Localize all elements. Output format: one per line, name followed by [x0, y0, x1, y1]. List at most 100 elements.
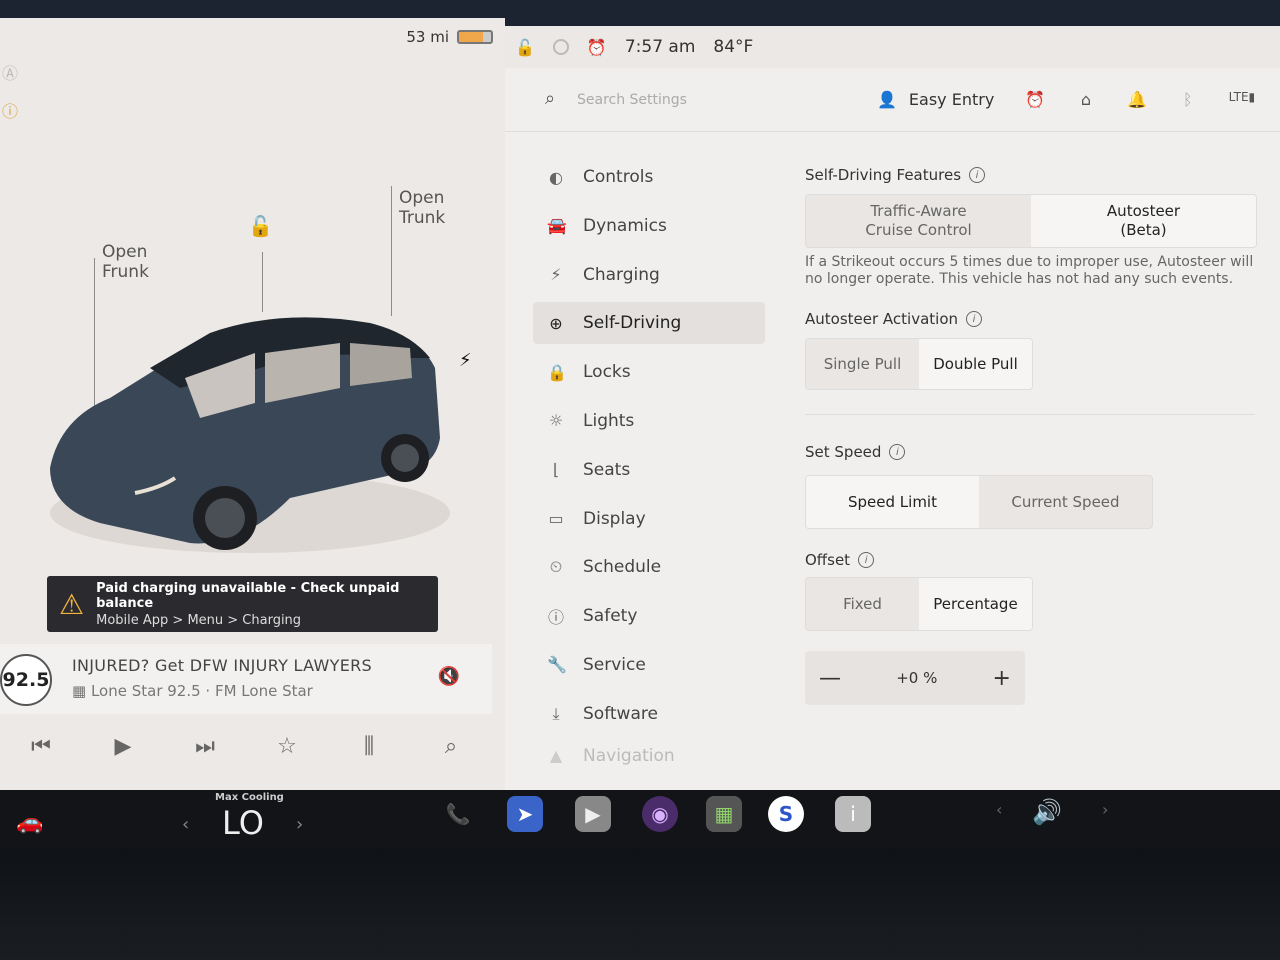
streaming-app-icon[interactable]: S — [768, 796, 804, 832]
download-icon: ⤓ — [552, 703, 560, 723]
volume-icon[interactable]: 🔊 — [1032, 798, 1062, 826]
search-icon: ⌕ — [545, 88, 556, 109]
touchscreen: 53 mi Ⓐ ⓘ Open Frunk Open Trunk 🔓 ⚡ ⚠ Pa… — [0, 0, 1280, 960]
nav-item-safety[interactable]: ⓘ Safety — [533, 595, 765, 637]
open-trunk-button[interactable]: Open Trunk — [399, 188, 445, 228]
double-pull-option[interactable]: Double Pull — [919, 339, 1032, 389]
section-title: Self-Driving Features — [805, 166, 962, 184]
set-speed-selector: Speed Limit Current Speed — [805, 475, 1153, 529]
nav-item-charging[interactable]: ⚡ Charging — [533, 254, 765, 296]
display-icon: ▭ — [548, 509, 564, 529]
speed-limit-option[interactable]: Speed Limit — [806, 476, 979, 528]
unlock-icon[interactable]: 🔓 — [248, 214, 273, 238]
info-icon[interactable]: i — [969, 167, 986, 183]
info-icon[interactable]: i — [889, 444, 906, 460]
previous-track-icon[interactable]: ⏮ — [21, 734, 61, 759]
nav-label: Lights — [583, 410, 635, 431]
volume-up-chevron-icon[interactable]: › — [1102, 800, 1108, 819]
percentage-option[interactable]: Percentage — [919, 578, 1032, 630]
equalizer-icon[interactable]: ⫼ — [349, 734, 389, 759]
driver-profile-button[interactable]: 👤 Easy Entry — [877, 90, 994, 109]
garage-icon[interactable]: ⌂ — [1081, 90, 1091, 109]
nav-label: Software — [583, 703, 658, 724]
favorite-star-icon[interactable]: ☆ — [267, 734, 307, 759]
seat-icon: ⌊ — [552, 460, 560, 480]
climate-mode-label: Max Cooling — [215, 792, 284, 803]
theater-icon[interactable]: ▶ — [575, 796, 611, 832]
media-controls: ⏮ ▶ ⏭ ☆ ⫼ ⌕ — [0, 718, 492, 774]
autosteer-option[interactable]: Autosteer (Beta) — [1031, 195, 1256, 247]
range-status: 53 mi — [406, 28, 493, 46]
phone-icon[interactable]: 📞 — [440, 796, 476, 832]
next-track-icon[interactable]: ⏭ — [185, 734, 225, 759]
section-divider — [805, 414, 1255, 415]
section-title: Autosteer Activation — [805, 310, 959, 328]
light-icon: ☼ — [548, 411, 564, 431]
nav-item-display[interactable]: ▭ Display — [533, 498, 765, 540]
nav-item-service[interactable]: 🔧 Service — [533, 644, 765, 686]
nav-item-lights[interactable]: ☼ Lights — [533, 400, 765, 442]
decrease-button[interactable]: — — [819, 666, 841, 691]
sentry-icon[interactable] — [552, 39, 569, 55]
info-icon[interactable]: i — [966, 311, 983, 327]
fixed-option[interactable]: Fixed — [806, 578, 919, 630]
nav-label: Locks — [583, 362, 631, 383]
steering-wheel-icon: ⊕ — [549, 313, 563, 333]
single-pull-option[interactable]: Single Pull — [806, 339, 919, 389]
offset-selector: Fixed Percentage — [805, 577, 1033, 631]
nav-label: Service — [583, 654, 646, 675]
nav-item-navigation[interactable]: ▲ Navigation — [533, 742, 765, 770]
nav-item-self-driving[interactable]: ⊕ Self-Driving — [533, 302, 765, 345]
nav-label: Controls — [583, 167, 654, 187]
temp-increase-icon[interactable]: › — [296, 814, 303, 835]
autopilot-indicator-icon: Ⓐ — [2, 64, 19, 83]
camera-icon[interactable]: ◉ — [642, 796, 678, 832]
search-settings-input[interactable] — [577, 86, 837, 114]
activation-section-title: Autosteer Activation i — [805, 310, 1265, 328]
features-selector: Traffic-Aware Cruise Control Autosteer (… — [805, 194, 1257, 248]
now-playing-title: INJURED? Get DFW INJURY LAWYERS — [72, 656, 372, 675]
temp-decrease-icon[interactable]: ‹ — [182, 814, 189, 835]
nav-item-seats[interactable]: ⌊ Seats — [533, 449, 765, 491]
play-icon[interactable]: ▶ — [103, 734, 143, 759]
increase-button[interactable]: + — [993, 666, 1011, 691]
climate-control[interactable]: Max Cooling LO ‹ › — [180, 792, 310, 844]
nav-item-controls[interactable]: ◐ Controls — [533, 156, 765, 198]
lock-status-icon[interactable]: 🔓 — [515, 38, 535, 57]
alarm-clock-icon[interactable]: ⏰ — [1025, 90, 1045, 109]
lightning-icon: ⚡ — [550, 265, 562, 285]
taskbar: 🚗 Max Cooling LO ‹ › 📞 ➤ ▶ ◉ ▦ S i ‹ 🔊 › — [0, 790, 1280, 850]
info-icon[interactable]: i — [858, 552, 875, 568]
alarm-icon: ⏰ — [586, 37, 607, 57]
nav-item-schedule[interactable]: ⏲ Schedule — [533, 546, 765, 588]
manual-icon[interactable]: i — [835, 796, 871, 832]
open-frunk-button[interactable]: Open Frunk — [102, 242, 149, 282]
battery-fill — [459, 32, 483, 42]
current-speed-option[interactable]: Current Speed — [979, 476, 1152, 528]
nav-item-software[interactable]: ⤓ Software — [533, 693, 765, 735]
nav-item-locks[interactable]: 🔒 Locks — [533, 351, 765, 393]
charging-alert[interactable]: ⚠ Paid charging unavailable - Check unpa… — [47, 576, 438, 632]
activation-selector: Single Pull Double Pull — [805, 338, 1033, 390]
offset-value: +0 % — [896, 669, 938, 687]
nav-label: Dynamics — [583, 215, 667, 236]
app-launcher-icon[interactable]: ▦ — [706, 796, 742, 832]
navigation-app-icon[interactable]: ➤ — [507, 796, 543, 832]
mute-icon[interactable]: 🔇 — [438, 666, 460, 687]
warning-icon: ⚠ — [59, 587, 85, 621]
car-icon[interactable]: 🚗 — [16, 810, 43, 835]
volume-down-chevron-icon[interactable]: ‹ — [996, 800, 1002, 819]
charge-port-icon[interactable]: ⚡ — [459, 350, 472, 371]
traffic-aware-cruise-option[interactable]: Traffic-Aware Cruise Control — [806, 195, 1031, 247]
self-driving-settings: Self-Driving Features i Traffic-Aware Cr… — [805, 166, 1265, 705]
lock-icon: 🔒 — [547, 362, 567, 382]
settings-header: ⌕ 👤 Easy Entry ⏰ ⌂ 🔔 ᛒ LTE▮ — [505, 72, 1280, 132]
battery-icon — [457, 30, 493, 44]
nav-item-dynamics[interactable]: 🚘 Dynamics — [533, 205, 765, 247]
lte-signal-icon: LTE▮ — [1228, 90, 1256, 104]
search-icon[interactable]: ⌕ — [431, 734, 471, 759]
bluetooth-icon[interactable]: ᛒ — [1183, 90, 1193, 109]
warning-indicator-icon: ⓘ — [2, 102, 19, 121]
notification-bell-icon[interactable]: 🔔 — [1127, 90, 1147, 109]
media-player[interactable]: 92.5 INJURED? Get DFW INJURY LAWYERS ▦ L… — [0, 644, 492, 714]
